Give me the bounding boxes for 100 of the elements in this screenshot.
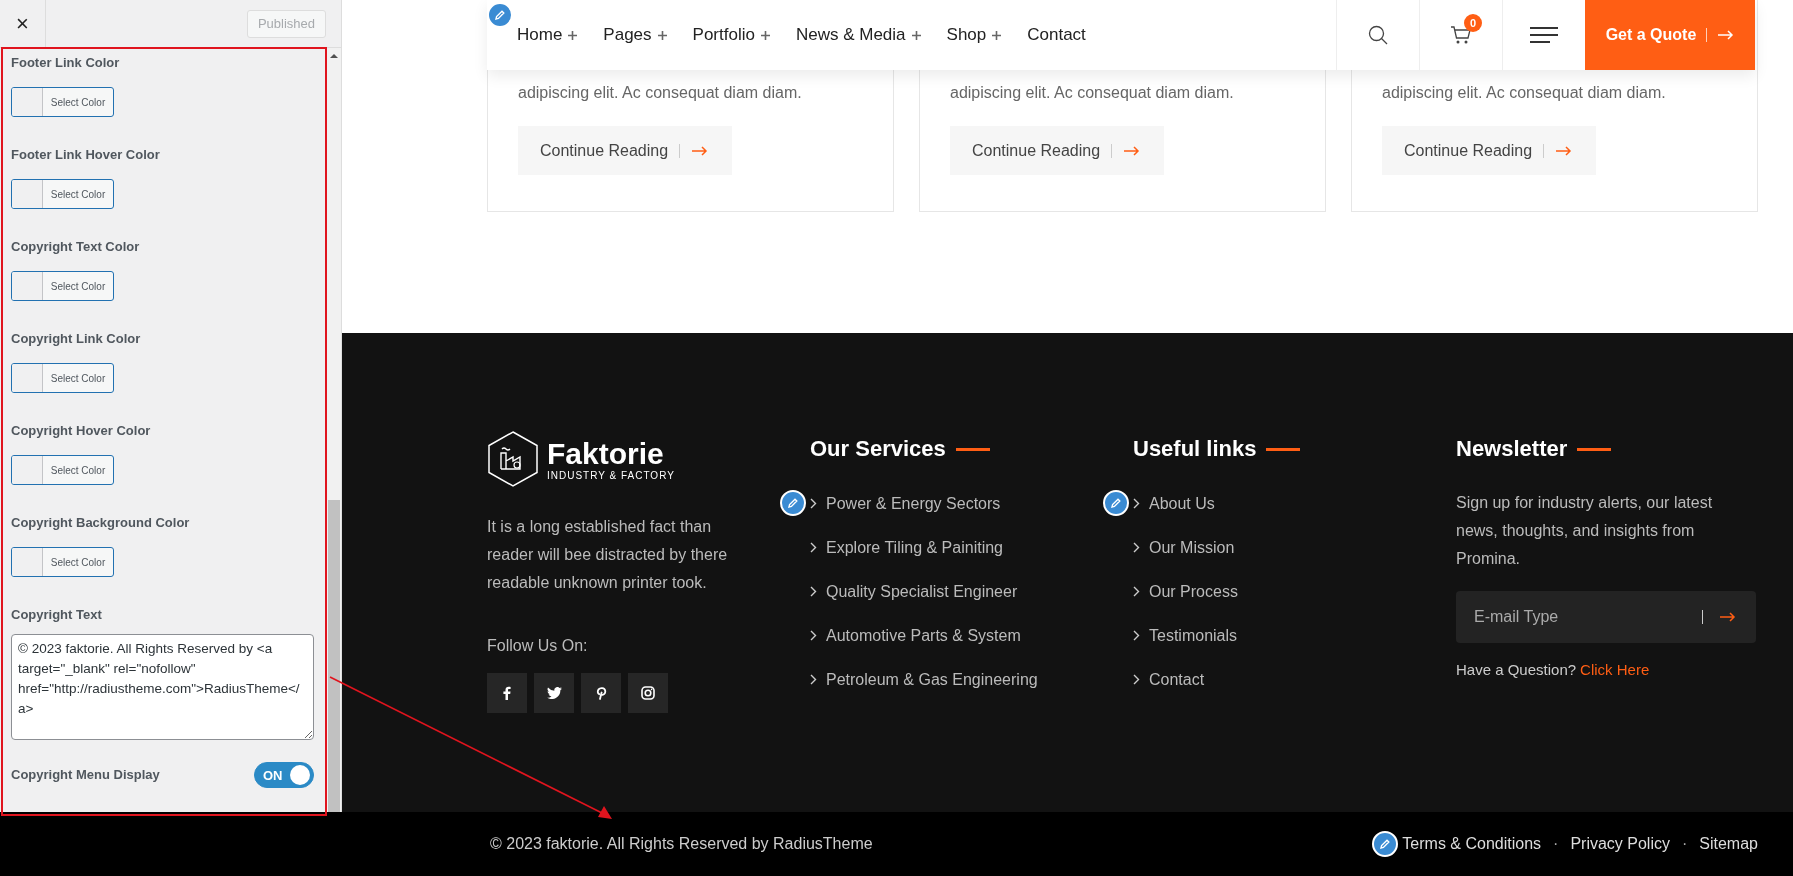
- setting-label: Footer Link Hover Color: [11, 147, 161, 163]
- pencil-icon: [1111, 498, 1121, 508]
- chevron-right-icon: [810, 630, 817, 641]
- chevron-right-icon: [1133, 542, 1140, 553]
- setting-label: Copyright Text: [11, 607, 103, 623]
- link-separator: ·: [1681, 835, 1688, 853]
- plus-icon: [760, 30, 770, 40]
- email-field[interactable]: E-mail Type: [1456, 591, 1756, 643]
- select-color-button[interactable]: Select Color: [11, 87, 114, 117]
- email-input[interactable]: E-mail Type: [1472, 607, 1686, 627]
- cart-count-badge: 0: [1464, 14, 1482, 32]
- arrow-right-icon: [1555, 145, 1573, 156]
- post-excerpt: adipiscing elit. Ac consequat diam diam.: [950, 84, 1235, 102]
- edit-shortcut-button[interactable]: [1372, 831, 1399, 857]
- arrow-up-icon[interactable]: [329, 53, 338, 59]
- footer-link[interactable]: Quality Specialist Engineer: [826, 582, 1018, 601]
- setting-label: Copyright Background Color: [11, 515, 191, 531]
- cart-icon[interactable]: [1450, 25, 1472, 45]
- search-icon[interactable]: [1368, 25, 1388, 45]
- edit-shortcut-button[interactable]: [1103, 490, 1129, 516]
- select-color-button[interactable]: Select Color: [11, 179, 114, 209]
- nav-link[interactable]: Pages: [603, 25, 667, 45]
- chevron-right-icon: [1133, 586, 1140, 597]
- plus-icon: [911, 30, 921, 40]
- footer-link[interactable]: Testimonials: [1149, 626, 1238, 645]
- nav-link[interactable]: Home: [517, 25, 578, 45]
- footer-link[interactable]: Petroleum & Gas Engineering: [826, 670, 1038, 689]
- factory-logo-icon: [487, 431, 539, 487]
- footer-link[interactable]: Our Process: [1149, 582, 1238, 601]
- column-heading: Our Services: [810, 436, 946, 462]
- social-button[interactable]: [628, 673, 668, 713]
- setting-label: Footer Link Color: [11, 55, 121, 71]
- plus-icon: [568, 30, 578, 40]
- nav-link[interactable]: Contact: [1027, 25, 1086, 45]
- close-button[interactable]: ×: [0, 0, 46, 47]
- footer-link[interactable]: Our Mission: [1149, 538, 1235, 557]
- setting-label: Copyright Link Color: [11, 331, 142, 347]
- menu-icon[interactable]: [1530, 27, 1558, 43]
- social-button[interactable]: [581, 673, 621, 713]
- nav-link[interactable]: Portfolio: [692, 25, 770, 45]
- column-heading: Useful links: [1133, 436, 1257, 462]
- arrow-right-icon: [1717, 30, 1735, 40]
- bird-icon: [546, 687, 562, 699]
- chevron-right-icon: [810, 586, 817, 597]
- footer-link[interactable]: Contact: [1149, 670, 1205, 689]
- setting-label: Copyright Hover Color: [11, 423, 152, 439]
- plus-icon: [992, 30, 1002, 40]
- select-color-button[interactable]: Select Color: [11, 271, 114, 301]
- bottom-link[interactable]: Terms & Conditions: [1402, 835, 1542, 853]
- heading-accent-line: [1577, 447, 1612, 451]
- post-excerpt: adipiscing elit. Ac consequat diam diam.: [518, 84, 803, 102]
- continue-reading-button[interactable]: Continue Reading: [1382, 126, 1597, 175]
- copyright-text-field[interactable]: © 2023 faktorie. All Rights Reserved by <a target="_blank" rel="nofollow" href="http://radiustheme.com">RadiusTheme</a>: [11, 634, 314, 740]
- footer-link[interactable]: Explore Tiling & Painiting: [826, 538, 1003, 557]
- click-here-link[interactable]: Click Here: [1580, 661, 1650, 678]
- continue-reading-button[interactable]: Continue Reading: [518, 126, 733, 175]
- pencil-icon: [788, 498, 798, 508]
- heading-accent-line: [955, 447, 990, 451]
- follow-label: Follow Us On:: [487, 637, 589, 655]
- arrow-right-icon: [691, 145, 709, 156]
- nav-link[interactable]: News & Media: [795, 25, 921, 45]
- chevron-right-icon: [810, 498, 817, 509]
- copyright-text: © 2023 faktorie. All Rights Reserved by RadiusTheme: [490, 835, 873, 853]
- column-heading: Newsletter: [1456, 436, 1568, 462]
- select-color-button[interactable]: Select Color: [11, 455, 114, 485]
- link-separator: ·: [1553, 835, 1559, 853]
- brand-name: Faktorie: [547, 437, 665, 470]
- chevron-right-icon: [1133, 674, 1140, 685]
- nav-link[interactable]: Shop: [946, 25, 1002, 45]
- social-button[interactable]: [487, 673, 527, 713]
- arrow-right-icon: [1719, 612, 1736, 622]
- bottom-link[interactable]: Sitemap: [1699, 835, 1758, 853]
- question-text: Have a Question?: [1456, 661, 1577, 678]
- chevron-right-icon: [810, 542, 817, 553]
- pencil-icon: [495, 10, 505, 20]
- footer-link[interactable]: Power & Energy Sectors: [826, 494, 1001, 513]
- chevron-right-icon: [1133, 630, 1140, 641]
- chevron-right-icon: [810, 674, 817, 685]
- footer-link[interactable]: Automotive Parts & System: [826, 626, 1021, 645]
- toggle-switch[interactable]: ON: [254, 762, 314, 788]
- arrow-right-icon: [1123, 145, 1141, 156]
- continue-reading-button[interactable]: Continue Reading: [950, 126, 1165, 175]
- edit-shortcut-button[interactable]: [780, 490, 806, 516]
- setting-label: Copyright Text Color: [11, 239, 141, 255]
- post-excerpt: adipiscing elit. Ac consequat diam diam.: [1382, 84, 1667, 102]
- about-text: It is a long established fact than reader will bee distracted by there readable unknown printer took.: [487, 517, 729, 593]
- newsletter-text: Sign up for industry alerts, our latest news, thoughts, and insights from Promina.: [1456, 493, 1714, 569]
- select-color-button[interactable]: Select Color: [11, 547, 114, 577]
- camera-icon: [641, 686, 655, 700]
- footer-link[interactable]: About Us: [1149, 494, 1215, 513]
- pin-icon: [595, 686, 607, 700]
- brand-tagline: INDUSTRY & FACTORY: [547, 469, 675, 481]
- setting-label: Copyright Menu Display: [11, 767, 160, 783]
- select-color-button[interactable]: Select Color: [11, 363, 114, 393]
- heading-accent-line: [1266, 447, 1301, 451]
- bottom-link[interactable]: Privacy Policy: [1570, 835, 1670, 853]
- chevron-right-icon: [1133, 498, 1140, 509]
- pencil-icon: [1380, 839, 1391, 849]
- plus-icon: [657, 30, 667, 40]
- social-button[interactable]: [534, 673, 574, 713]
